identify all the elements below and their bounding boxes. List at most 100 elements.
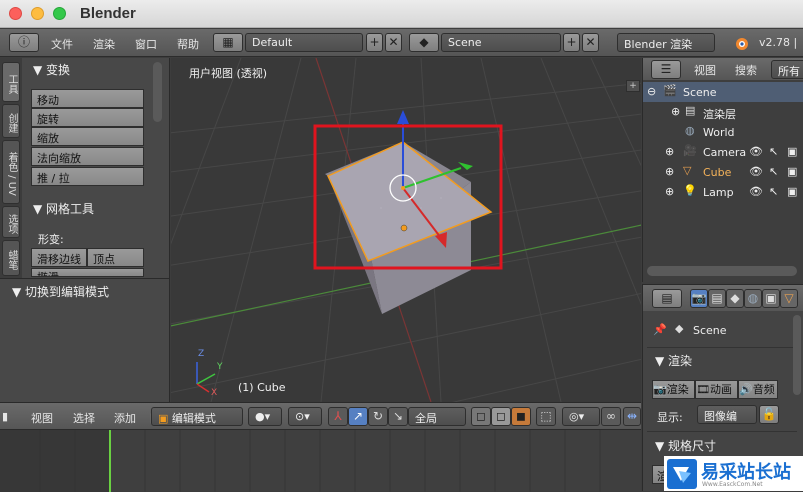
shrink-fatten-button[interactable]: 法向缩放 — [31, 147, 144, 166]
object-context-icon[interactable]: ▣ — [762, 289, 780, 308]
remove-scene-button[interactable]: ✕ — [582, 33, 599, 52]
world-context-icon[interactable]: ◍ — [744, 289, 762, 308]
display-mode-select[interactable]: 图像编 — [697, 405, 757, 424]
slide-edge-button[interactable]: 滑移边线 — [31, 248, 87, 267]
slide-vertex-button[interactable]: 顶点 — [87, 248, 144, 267]
visibility-eye-icon[interactable]: 👁 — [749, 185, 763, 198]
tab-create[interactable]: 创建 — [2, 104, 20, 138]
outliner-row-camera[interactable]: ⊕ 🎥 Camera 👁 ↖ ▣ — [643, 142, 803, 162]
proportional-edit-select[interactable]: ◎▾ — [562, 407, 600, 426]
menu-view[interactable]: 视图 — [31, 410, 53, 426]
snap-element-icon[interactable]: ⇹ — [623, 407, 641, 426]
menu-window[interactable]: 窗口 — [135, 36, 157, 52]
menu-select[interactable]: 选择 — [73, 410, 95, 426]
pivot-point-select[interactable]: ⊙▾ — [288, 407, 322, 426]
zoom-window-button[interactable] — [53, 7, 66, 20]
visibility-eye-icon[interactable]: 👁 — [749, 145, 763, 158]
manipulator-toggle-icon[interactable]: ⅄ — [328, 407, 348, 426]
outliner-menu-search[interactable]: 搜索 — [735, 62, 757, 78]
world-icon: ◍ — [685, 124, 695, 137]
translate-manipulator-icon[interactable]: ↗ — [348, 407, 368, 426]
renderable-camera-icon[interactable]: ▣ — [787, 165, 797, 178]
renderable-camera-icon[interactable]: ▣ — [787, 145, 797, 158]
render-context-icon[interactable]: 📷 — [690, 289, 708, 308]
render-button-label: 渲染 — [666, 383, 689, 396]
move-button[interactable]: 移动 — [31, 89, 144, 108]
transform-panel-header[interactable]: ▼ 变换 — [33, 61, 70, 78]
properties-region-toggle-button[interactable]: + — [626, 80, 640, 92]
tab-options[interactable]: 选项 — [2, 206, 20, 238]
render-image-button[interactable]: 📷渲染 — [652, 380, 695, 399]
outliner-display-select[interactable]: 所有 — [771, 60, 803, 79]
scale-button[interactable]: 缩放 — [31, 127, 144, 146]
outliner-editor-icon[interactable]: ☰ — [651, 60, 681, 79]
add-scene-button[interactable]: + — [563, 33, 580, 52]
menu-help[interactable]: 帮助 — [177, 36, 199, 52]
3d-viewport[interactable]: 用户视图 (透视) Z Y X (1) Cube + — [171, 58, 641, 402]
render-engine-select[interactable]: Blender 渲染 — [617, 33, 715, 52]
push-pull-button[interactable]: 推 / 拉 — [31, 167, 144, 186]
screen-layout-icon[interactable]: ▦ — [213, 33, 243, 52]
scene-context-icon[interactable]: ◆ — [726, 289, 744, 308]
tab-grease-pencil[interactable]: 蜡笔 — [2, 240, 20, 276]
selectable-cursor-icon[interactable]: ↖ — [769, 145, 778, 158]
menu-add[interactable]: 添加 — [114, 410, 136, 426]
render-audio-button[interactable]: 🔊音频 — [738, 380, 778, 399]
minimize-window-button[interactable] — [31, 7, 44, 20]
edge-select-icon[interactable]: ◻ — [491, 407, 511, 426]
outliner-item-label: Camera — [703, 146, 747, 159]
collapse-icon[interactable]: ⊖ — [647, 85, 656, 98]
outliner-menu-view[interactable]: 视图 — [694, 62, 716, 78]
editor-type-info-button[interactable]: ⓘ — [9, 33, 39, 52]
header-collapse-icon[interactable]: ▮ — [2, 410, 8, 423]
properties-scrollbar[interactable] — [793, 315, 801, 395]
properties-editor-icon[interactable]: ▤ — [652, 289, 682, 308]
rotate-manipulator-icon[interactable]: ↻ — [368, 407, 388, 426]
tab-shading-uv[interactable]: 着色 / UV — [2, 140, 20, 204]
expand-icon[interactable]: ⊕ — [671, 105, 680, 118]
tool-shelf-scrollbar[interactable] — [153, 62, 162, 122]
mesh-tools-panel-header[interactable]: ▼ 网格工具 — [33, 200, 94, 217]
outliner-row-lamp[interactable]: ⊕ 💡 Lamp 👁 ↖ ▣ — [643, 182, 803, 202]
outliner-row-render-layers[interactable]: ⊕ ▤ 渲染层 — [643, 102, 803, 122]
outliner-row-world[interactable]: ◍ World — [643, 122, 803, 142]
remove-layout-button[interactable]: ✕ — [385, 33, 402, 52]
add-layout-button[interactable]: + — [366, 33, 383, 52]
menu-render[interactable]: 渲染 — [93, 36, 115, 52]
viewport-shading-select[interactable]: ●▾ — [248, 407, 282, 426]
expand-icon[interactable]: ⊕ — [665, 185, 674, 198]
render-layers-context-icon[interactable]: ▤ — [708, 289, 726, 308]
menu-file[interactable]: 文件 — [51, 36, 73, 52]
close-window-button[interactable] — [9, 7, 22, 20]
outliner-horizontal-scrollbar[interactable] — [647, 266, 797, 276]
pin-icon[interactable]: 📌 — [653, 323, 667, 336]
screen-layout-field[interactable]: Default — [245, 33, 363, 52]
transform-orientation-select[interactable]: 全局 — [408, 407, 466, 426]
snap-icon[interactable]: ∞ — [601, 407, 621, 426]
render-panel-header[interactable]: ▼ 渲染 — [655, 352, 692, 369]
scale-manipulator-icon[interactable]: ↘ — [388, 407, 408, 426]
selectable-cursor-icon[interactable]: ↖ — [769, 185, 778, 198]
tab-tools[interactable]: 工具 — [2, 62, 20, 102]
limit-selection-icon[interactable]: ⬚ — [536, 407, 556, 426]
expand-icon[interactable]: ⊕ — [665, 145, 674, 158]
selectable-cursor-icon[interactable]: ↖ — [769, 165, 778, 178]
outliner-row-cube[interactable]: ⊕ ▽ Cube 👁 ↖ ▣ — [643, 162, 803, 182]
outliner-row-scene[interactable]: ⊖ 🎬 Scene — [643, 82, 803, 102]
last-operator-panel-header[interactable]: ▼ 切换到编辑模式 — [12, 283, 109, 300]
smooth-vertex-button[interactable]: 椭滑 — [31, 268, 144, 277]
vertex-select-icon[interactable]: ◻ — [471, 407, 491, 426]
visibility-eye-icon[interactable]: 👁 — [749, 165, 763, 178]
lock-interface-icon[interactable]: 🔓 — [759, 405, 779, 424]
rotate-button[interactable]: 旋转 — [31, 108, 144, 127]
scene-icon[interactable]: ◆ — [409, 33, 439, 52]
timeline-area[interactable] — [0, 429, 641, 492]
render-animation-button[interactable]: 🎞动画 — [695, 380, 738, 399]
mode-select[interactable]: ▣ 编辑模式 — [151, 407, 243, 426]
dimensions-panel-header[interactable]: ▼ 规格尺寸 — [655, 437, 716, 454]
mesh-data-context-icon[interactable]: ▽ — [780, 289, 798, 308]
face-select-icon[interactable]: ◼ — [511, 407, 531, 426]
expand-icon[interactable]: ⊕ — [665, 165, 674, 178]
scene-field[interactable]: Scene — [441, 33, 561, 52]
renderable-camera-icon[interactable]: ▣ — [787, 185, 797, 198]
